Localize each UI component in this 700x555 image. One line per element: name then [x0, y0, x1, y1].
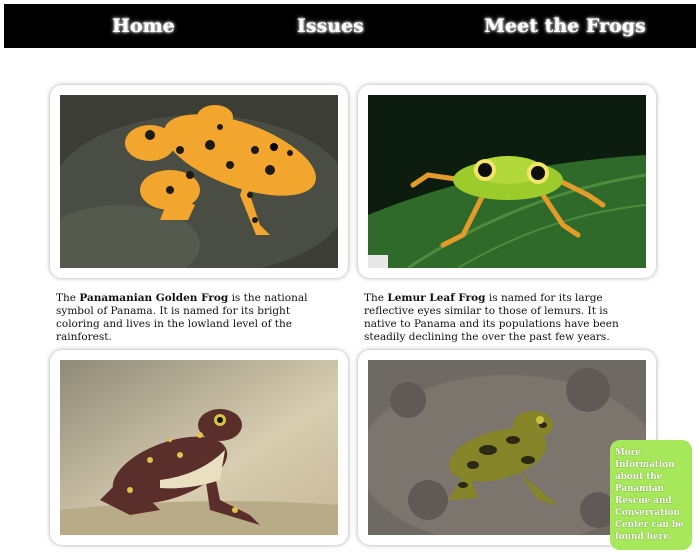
- golden-frog-caption: The Panamanian Golden Frog is the nation…: [56, 292, 331, 344]
- lemur-frog-photo-card: [358, 85, 656, 278]
- lemur-frog-photo: [368, 95, 646, 268]
- lemur-frog-caption: The Lemur Leaf Frog is named for its lar…: [364, 292, 639, 344]
- golden-frog-name: Panamanian Golden Frog: [79, 292, 229, 304]
- golden-frog-photo-card: [50, 85, 348, 278]
- lemur-frog-caption-prefix: The: [364, 292, 388, 304]
- top-nav-bar: Home Issues Meet the Frogs: [4, 4, 696, 48]
- conservation-center-info-link[interactable]: More Information about the Panamian Resc…: [610, 440, 692, 550]
- nav-link-home[interactable]: Home: [112, 4, 175, 48]
- golden-frog-caption-prefix: The: [56, 292, 80, 304]
- camo-frog-photo: [368, 360, 646, 535]
- brown-frog-photo: [60, 360, 338, 535]
- brown-frog-photo-card: [50, 350, 348, 545]
- nav-link-meet-the-frogs[interactable]: Meet the Frogs: [484, 4, 646, 48]
- nav-link-issues[interactable]: Issues: [297, 4, 364, 48]
- lemur-frog-name: Lemur Leaf Frog: [387, 292, 486, 304]
- golden-frog-photo: [60, 95, 338, 268]
